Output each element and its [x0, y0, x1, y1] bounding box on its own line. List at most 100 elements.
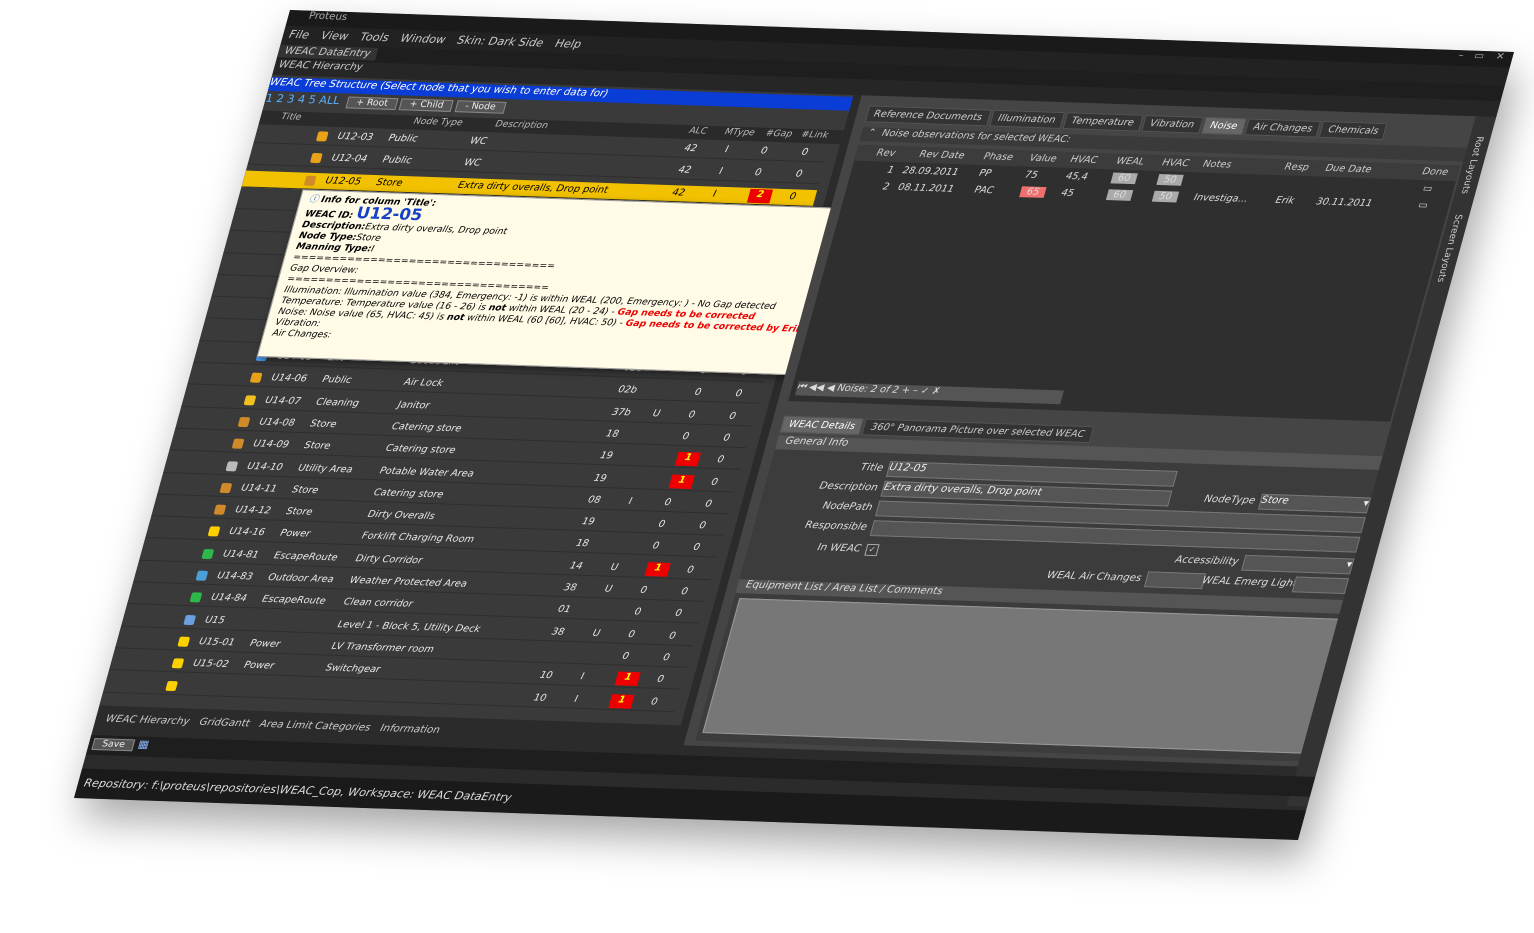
- temp-not: not: [487, 303, 508, 314]
- obs-navigator[interactable]: ⏮ ◀◀ ◀ Noise: 2 of 2 + – ✓ ✗: [794, 381, 1064, 405]
- accessibility-select[interactable]: ▾: [1241, 554, 1355, 575]
- save-button[interactable]: Save: [91, 738, 136, 752]
- tab-illumination[interactable]: Illumination: [988, 109, 1065, 129]
- tab-gridgantt[interactable]: GridGantt: [198, 717, 251, 730]
- col-alc[interactable]: ALC: [688, 126, 709, 136]
- cell-alc: 10: [538, 670, 554, 682]
- cell-gap: 2: [746, 188, 774, 204]
- cell-type: Store: [375, 176, 404, 189]
- cell-link: 0: [800, 146, 810, 158]
- inweac-checkbox[interactable]: ✓: [864, 543, 880, 557]
- nav-first-icon[interactable]: ⏮ ◀◀ ◀: [796, 381, 836, 393]
- cell-type: Cleaning: [314, 396, 361, 409]
- obs-cell-phase: PP: [977, 167, 993, 180]
- cell-mtype: U: [603, 583, 614, 595]
- col-mtype[interactable]: MType: [724, 127, 756, 138]
- air-changes-field[interactable]: [1143, 571, 1207, 590]
- obs-col-phase[interactable]: Phase: [982, 151, 1014, 163]
- tab-weac-hierarchy[interactable]: WEAC Hierarchy: [104, 714, 190, 728]
- cell-type: Public: [381, 154, 414, 167]
- cell-gap: 1: [608, 693, 635, 709]
- close-icon[interactable]: ✕: [1494, 51, 1506, 62]
- nodetype-select[interactable]: Store ▾: [1257, 493, 1372, 514]
- obs-col-due[interactable]: Due Date: [1324, 163, 1373, 175]
- done-checkbox[interactable]: ▭: [1422, 183, 1434, 194]
- tab-weac-details[interactable]: WEAC Details: [779, 415, 865, 436]
- obs-col-date[interactable]: Rev Date: [918, 149, 966, 161]
- tab-vibration[interactable]: Vibration: [1140, 114, 1204, 134]
- cell-title: U12-04: [330, 152, 369, 166]
- obs-col-rev[interactable]: Rev: [875, 148, 896, 159]
- cell-link: 0: [710, 476, 720, 488]
- col-link[interactable]: #Link: [800, 130, 829, 141]
- obs-cell-value: 75: [1023, 169, 1040, 181]
- cell-alc: 14: [568, 560, 584, 572]
- doc-tab[interactable]: WEAC DataEntry: [277, 44, 379, 61]
- maximize-icon[interactable]: ▭: [1473, 51, 1486, 62]
- equipment-textarea[interactable]: [702, 598, 1344, 754]
- obs-col-done[interactable]: Done: [1421, 166, 1449, 178]
- grid-icon[interactable]: ▦: [137, 738, 151, 751]
- box-icon: [219, 482, 233, 493]
- emerg-lights-field[interactable]: [1291, 576, 1350, 595]
- cell-alc: 02b: [616, 384, 639, 396]
- nodepath-label: NodePath: [821, 500, 874, 514]
- menu-file[interactable]: File: [288, 28, 311, 41]
- obs-col-resp[interactable]: Resp: [1283, 162, 1310, 174]
- menu-window[interactable]: Window: [399, 32, 447, 46]
- obs-col-weal[interactable]: WEAL: [1115, 156, 1146, 168]
- cell-type: Store: [302, 440, 332, 452]
- cell-desc: Janitor: [396, 399, 431, 412]
- obs-col-hvac[interactable]: HVAC: [1069, 154, 1099, 166]
- remove-node-button[interactable]: - Node: [454, 100, 507, 114]
- cell-alc: 42: [670, 186, 687, 199]
- tab-noise[interactable]: Noise: [1200, 116, 1247, 136]
- cell-type: EscapeRoute: [272, 550, 339, 564]
- cell-alc: 38: [550, 626, 566, 638]
- level-selector[interactable]: 1 2 3 4 5 ALL: [264, 92, 341, 107]
- cell-gap: 0: [759, 145, 769, 157]
- cell-link: 0: [716, 454, 726, 466]
- cell-gap: 1: [614, 671, 641, 687]
- minimize-icon[interactable]: –: [1457, 50, 1465, 61]
- hierarchy-title-text: WEAC Hierarchy: [277, 59, 364, 74]
- add-child-button[interactable]: + Child: [398, 98, 455, 112]
- cell-type: Power: [242, 659, 276, 672]
- col-node-type[interactable]: Node Type: [412, 117, 463, 129]
- tab-air-changes[interactable]: Air Changes: [1244, 118, 1322, 138]
- cell-mtype: I: [579, 671, 586, 683]
- menu-skin[interactable]: Skin: Dark Side: [456, 34, 545, 50]
- cell-desc: Dirty Corridor: [354, 552, 424, 566]
- obs-col-notes[interactable]: Notes: [1202, 159, 1233, 171]
- tab-temperature[interactable]: Temperature: [1062, 112, 1144, 132]
- tab-area-limit-categories[interactable]: Area Limit Categories: [258, 719, 371, 734]
- tab-chemicals[interactable]: Chemicals: [1318, 121, 1388, 140]
- tab-reference-documents[interactable]: Reference Documents: [864, 105, 992, 127]
- menu-help[interactable]: Help: [554, 37, 583, 51]
- cell-link: 0: [679, 586, 690, 598]
- noise-not: not: [445, 312, 466, 324]
- cell-link: 0: [691, 542, 702, 554]
- cell-type: Power: [248, 637, 282, 650]
- col-gap[interactable]: #Gap: [764, 129, 793, 140]
- observation-grid: Rev Rev Date Phase Value HVAC WEAL HVAC …: [788, 144, 1461, 422]
- add-root-button[interactable]: + Root: [345, 96, 399, 111]
- obs-col-value[interactable]: Value: [1028, 153, 1058, 165]
- done-checkbox[interactable]: ▭: [1417, 200, 1429, 211]
- folder-icon: [183, 614, 197, 625]
- obs-cell-date: 08.11.2011: [896, 182, 956, 195]
- nav-add-icon[interactable]: + – ✓ ✗: [900, 385, 941, 397]
- cell-type: Utility Area: [296, 462, 354, 475]
- col-description[interactable]: Description: [494, 120, 549, 132]
- collapse-icon[interactable]: ⌃: [866, 127, 877, 138]
- col-title[interactable]: Title: [280, 112, 303, 123]
- power-icon: [207, 526, 221, 537]
- menu-view[interactable]: View: [320, 29, 350, 43]
- obs-cell-hvac2: 50: [1151, 190, 1180, 203]
- cell-title: U14-07: [263, 394, 303, 407]
- cell-gap: 1: [644, 561, 671, 577]
- cell-type: Power: [278, 528, 312, 540]
- menu-tools[interactable]: Tools: [359, 30, 391, 44]
- tab-information[interactable]: Information: [379, 723, 441, 736]
- obs-col-hvac2[interactable]: HVAC: [1161, 157, 1191, 169]
